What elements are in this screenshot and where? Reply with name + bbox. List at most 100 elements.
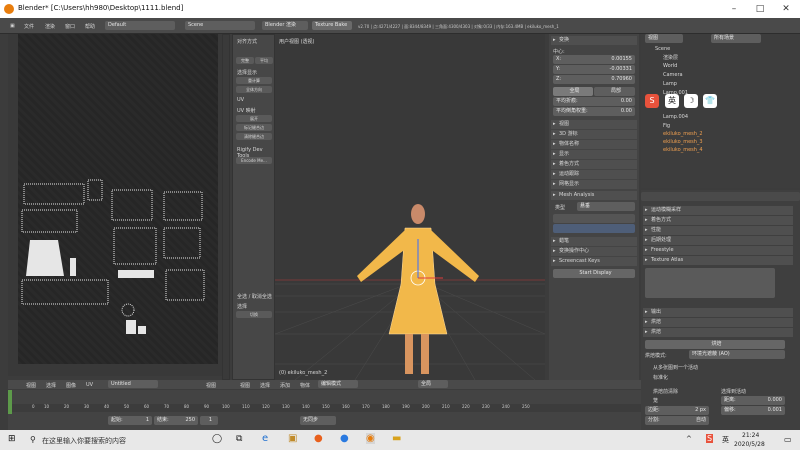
- search-icon[interactable]: ⚲: [30, 435, 36, 444]
- screencast-keys-section[interactable]: Screencast Keys: [551, 257, 637, 266]
- maximize-button[interactable]: □: [748, 2, 772, 16]
- uv-menu-select[interactable]: 选择: [46, 382, 56, 389]
- flip-direction-button[interactable]: 全体方向: [236, 86, 272, 93]
- outliner-item[interactable]: Lamp.004: [663, 114, 688, 120]
- shading-section[interactable]: 着色方式: [551, 160, 637, 169]
- outliner-item[interactable]: ekiluko_mesh_4: [663, 147, 703, 153]
- menu-render[interactable]: 渲染: [45, 23, 55, 30]
- current-frame-field[interactable]: 1: [200, 416, 218, 425]
- clear-checkbox[interactable]: 烘焙前清除: [653, 388, 678, 395]
- view3d-menu-add[interactable]: 添加: [280, 382, 290, 389]
- mesh-display-section[interactable]: 网格显示: [551, 180, 637, 189]
- end-frame-field[interactable]: 结束: 250: [154, 416, 198, 425]
- outliner-item[interactable]: ekiluko_mesh_3: [663, 139, 703, 145]
- grease-pencil-section[interactable]: 蜡笔: [551, 237, 637, 246]
- file-explorer-icon[interactable]: ▬: [392, 433, 401, 444]
- motion-tracking-section[interactable]: 运动跟踪: [551, 170, 637, 179]
- outliner-item[interactable]: Fig: [663, 123, 670, 129]
- uv-menu-view[interactable]: 视图: [26, 382, 36, 389]
- uv-menu-uv[interactable]: UV: [86, 382, 93, 388]
- motion-blur-section[interactable]: 运动模糊采样: [643, 206, 793, 215]
- menu-window[interactable]: 窗口: [65, 23, 75, 30]
- language-indicator[interactable]: 英: [722, 435, 729, 445]
- transform-orientation-section[interactable]: 变换操作中心: [551, 247, 637, 256]
- task-view-icon[interactable]: ◯: [212, 434, 222, 444]
- start-frame-field[interactable]: 起始: 1: [108, 416, 152, 425]
- browser-icon[interactable]: ●: [340, 433, 349, 444]
- notification-icon[interactable]: ▭: [784, 435, 792, 444]
- split-field[interactable]: 分割: 自动: [645, 416, 709, 425]
- firefox-icon[interactable]: ●: [314, 433, 323, 444]
- mesh-analysis-section[interactable]: Mesh Analysis: [551, 191, 637, 200]
- view3d-menu-view[interactable]: 视图: [240, 382, 250, 389]
- recalculate-button[interactable]: 重计算: [236, 77, 272, 84]
- ime-language-icon[interactable]: 英: [665, 94, 679, 108]
- pivot-dropdown[interactable]: 全局: [418, 380, 448, 388]
- taskbar-search[interactable]: 在这里输入你要搜索的内容: [42, 436, 126, 446]
- ao-from-checkbox[interactable]: 从多张图到一个活动: [653, 364, 698, 371]
- outliner-item[interactable]: ekiluko_mesh_2: [663, 131, 703, 137]
- outliner-item[interactable]: 渲染层: [663, 54, 678, 61]
- selected-to-active-checkbox[interactable]: 选择到活动: [721, 388, 746, 395]
- ime-moon-icon[interactable]: ☽: [684, 94, 698, 108]
- frame-cursor[interactable]: [8, 390, 12, 414]
- outliner-item[interactable]: Scene: [655, 46, 670, 52]
- editor-type-icon[interactable]: ▣: [10, 23, 15, 29]
- encode-button[interactable]: Encode Me...: [236, 157, 272, 164]
- image-name-field[interactable]: Untitled: [108, 380, 158, 388]
- menu-file[interactable]: 文件: [24, 23, 34, 30]
- multitask-icon[interactable]: ⧉: [236, 434, 242, 444]
- view3d-menu-select[interactable]: 选择: [260, 382, 270, 389]
- uv-header[interactable]: UV: [237, 97, 244, 103]
- view-section[interactable]: 视图: [551, 120, 637, 129]
- local-toggle[interactable]: 局部: [594, 87, 635, 96]
- item-section[interactable]: 物体名称: [551, 140, 637, 149]
- distance-field[interactable]: 距离: 0.000: [721, 396, 785, 405]
- texture-bake-button[interactable]: Texture Bake: [312, 21, 352, 30]
- margin-field[interactable]: 边距: 2 px: [645, 406, 709, 415]
- mean-bevel-weight-field[interactable]: 平均倒角权重: 0.00: [553, 107, 635, 116]
- 3d-cursor-section[interactable]: 3D 游标: [551, 130, 637, 139]
- ime-skin-icon[interactable]: 👕: [703, 94, 717, 108]
- unwrap-button[interactable]: 展开: [236, 115, 272, 122]
- bake-section[interactable]: 烘焙: [643, 328, 793, 337]
- output-section[interactable]: 输出: [643, 308, 793, 317]
- post-processing-section[interactable]: 后期处理: [643, 236, 793, 245]
- clock-date[interactable]: 2020/5/28: [734, 441, 765, 448]
- close-button[interactable]: ✕: [774, 2, 798, 16]
- performance-section[interactable]: 性能: [643, 226, 793, 235]
- texture-atlas-section[interactable]: Texture Atlas: [643, 256, 793, 265]
- cage-checkbox[interactable]: 笼: [653, 397, 658, 404]
- edge-icon[interactable]: e: [262, 433, 268, 444]
- analysis-icons-row[interactable]: [553, 224, 635, 233]
- normalized-checkbox[interactable]: 标准化: [653, 374, 668, 381]
- analysis-range-field[interactable]: [553, 214, 635, 223]
- render-engine-dropdown[interactable]: Blender 渲染: [262, 21, 308, 30]
- texture-atlas-list[interactable]: [645, 268, 775, 298]
- outliner-view-menu[interactable]: 视图: [645, 34, 683, 43]
- scene-field[interactable]: Scene: [185, 21, 255, 30]
- median-y-field[interactable]: Y: -0.00331: [553, 65, 635, 74]
- uv-menu-image[interactable]: 图像: [66, 382, 76, 389]
- timeline[interactable]: 0 10 20 30 40 50 60 70 80 90 100 110 120 130 140 150 160…: [8, 390, 641, 430]
- median-x-field[interactable]: X: 0.00155: [553, 55, 635, 64]
- global-toggle[interactable]: 全局: [553, 87, 593, 96]
- mean-crease-field[interactable]: 平均折痕: 0.00: [553, 97, 635, 106]
- bake-button[interactable]: 烘焙: [645, 340, 785, 349]
- uv-view-menu[interactable]: 视图: [206, 382, 216, 389]
- shading-section[interactable]: 着色方式: [643, 216, 793, 225]
- timeline-ruler[interactable]: 0 10 20 30 40 50 60 70 80 90 100 110 120 130 140 150 160…: [8, 404, 641, 412]
- properties-tabs[interactable]: [641, 192, 800, 201]
- mark-seam-button[interactable]: 标记缝合边: [236, 124, 272, 131]
- ime-tray-icon[interactable]: S: [706, 434, 714, 443]
- screen-layout-field[interactable]: Default: [105, 21, 175, 30]
- system-tray-icons[interactable]: ^: [686, 435, 692, 443]
- mode-dropdown[interactable]: 编辑模式: [318, 380, 358, 388]
- tool-shelf-tabs[interactable]: [222, 34, 230, 380]
- clock-time[interactable]: 21:24: [742, 432, 759, 439]
- minimize-button[interactable]: –: [722, 2, 746, 16]
- select-action-dropdown[interactable]: 切换: [236, 311, 272, 318]
- analysis-type-dropdown[interactable]: 悬垂: [577, 202, 635, 211]
- ime-s-icon[interactable]: S: [645, 94, 659, 108]
- align-x-button[interactable]: 完整: [236, 57, 254, 64]
